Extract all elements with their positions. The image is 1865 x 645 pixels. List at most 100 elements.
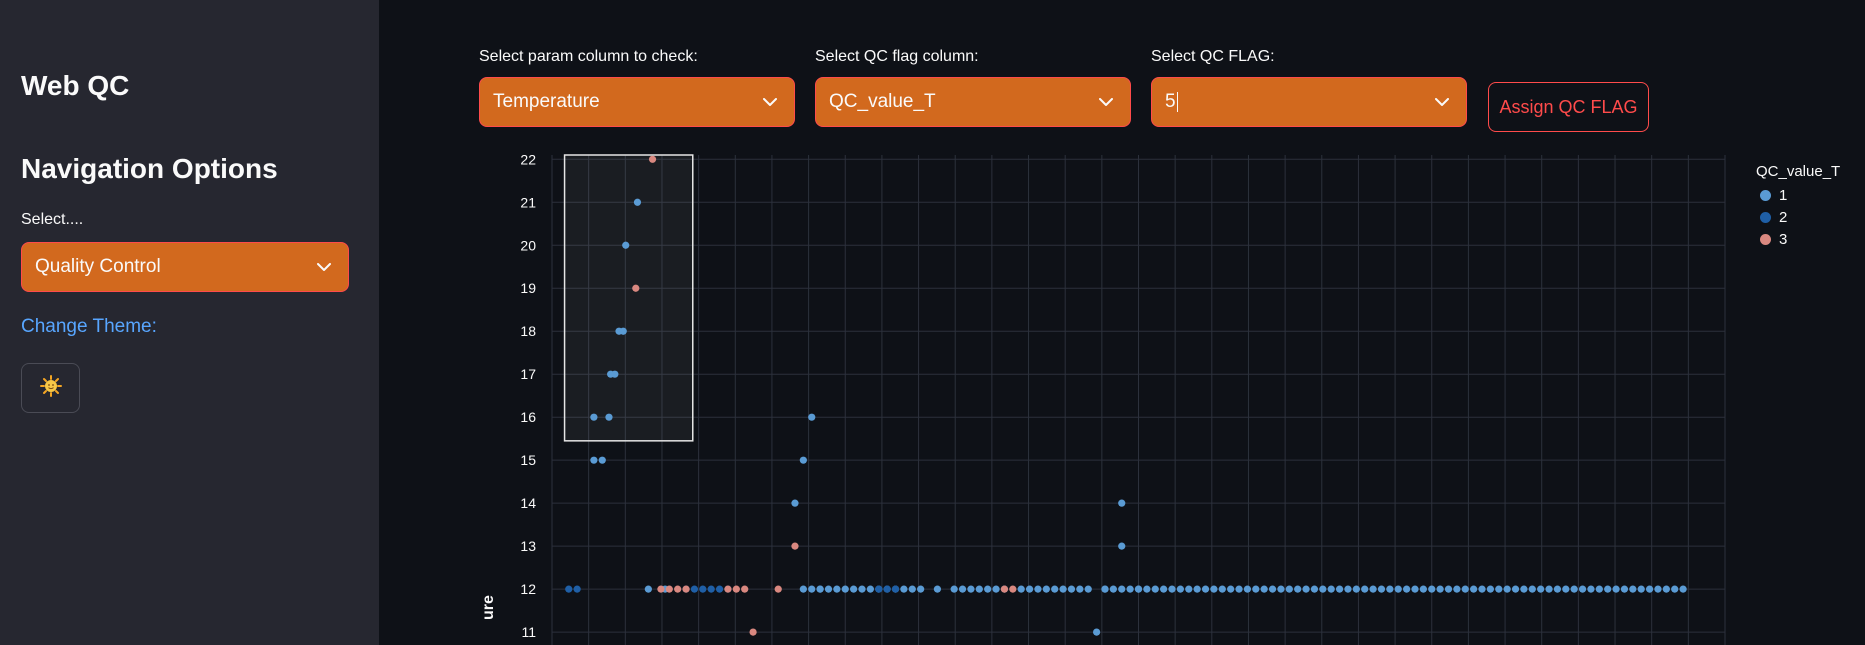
data-point-series-1[interactable] (1084, 585, 1092, 593)
data-point-series-1[interactable] (1444, 585, 1453, 593)
data-point-series-1[interactable] (1453, 585, 1461, 593)
data-point-series-1[interactable] (1252, 585, 1260, 593)
data-point-series-3[interactable] (791, 542, 799, 550)
data-point-series-2[interactable] (573, 585, 581, 593)
data-point-series-2[interactable] (690, 585, 699, 593)
data-point-series-1[interactable] (1294, 585, 1302, 593)
data-point-series-1[interactable] (1067, 585, 1076, 593)
data-point-series-1[interactable] (1461, 585, 1469, 593)
data-point-series-1[interactable] (607, 370, 615, 378)
data-point-series-3[interactable] (682, 585, 690, 593)
data-point-series-1[interactable] (1134, 585, 1143, 593)
selection-box[interactable] (563, 154, 694, 442)
data-point-series-1[interactable] (850, 585, 858, 593)
data-point-series-1[interactable] (1335, 585, 1344, 593)
data-point-series-1[interactable] (1268, 585, 1277, 593)
data-point-series-1[interactable] (1428, 585, 1436, 593)
data-point-series-1[interactable] (1118, 585, 1126, 593)
data-point-series-1[interactable] (1185, 585, 1193, 593)
data-point-series-1[interactable] (808, 585, 816, 593)
data-point-series-1[interactable] (1310, 585, 1319, 593)
legend-item-3[interactable]: 3 (1760, 231, 1787, 248)
data-point-series-1[interactable] (908, 585, 916, 593)
data-point-series-1[interactable] (1403, 585, 1411, 593)
data-point-series-1[interactable] (1386, 585, 1394, 593)
data-point-series-1[interactable] (598, 456, 606, 464)
data-point-series-1[interactable] (1620, 585, 1629, 593)
data-point-series-3[interactable] (648, 155, 657, 163)
data-point-series-1[interactable] (1126, 585, 1134, 593)
data-point-series-1[interactable] (1051, 585, 1059, 593)
data-point-series-1[interactable] (590, 413, 598, 421)
data-point-series-1[interactable] (824, 585, 833, 593)
data-point-series-1[interactable] (1495, 585, 1503, 593)
data-point-series-3[interactable] (665, 585, 673, 593)
data-point-series-1[interactable] (799, 585, 807, 593)
data-point-series-1[interactable] (1369, 585, 1377, 593)
data-point-series-1[interactable] (1218, 585, 1226, 593)
data-point-series-1[interactable] (1595, 585, 1603, 593)
data-point-series-1[interactable] (1302, 585, 1310, 593)
data-point-series-1[interactable] (1025, 585, 1034, 593)
data-point-series-1[interactable] (841, 585, 849, 593)
data-point-series-1[interactable] (619, 327, 627, 335)
data-point-series-1[interactable] (1520, 585, 1528, 593)
data-point-series-1[interactable] (1419, 585, 1427, 593)
data-point-series-1[interactable] (1570, 585, 1578, 593)
data-point-series-1[interactable] (933, 585, 942, 593)
data-point-series-1[interactable] (1093, 628, 1101, 636)
data-point-series-3[interactable] (674, 585, 682, 593)
data-point-series-1[interactable] (1394, 585, 1402, 593)
data-point-series-1[interactable] (1562, 585, 1570, 593)
data-point-series-1[interactable] (799, 456, 807, 464)
data-point-series-2[interactable] (565, 585, 573, 593)
data-point-series-1[interactable] (1486, 585, 1494, 593)
data-point-series-1[interactable] (1277, 585, 1285, 593)
data-point-series-1[interactable] (633, 198, 642, 206)
data-point-series-1[interactable] (833, 585, 841, 593)
qc-flag-select[interactable]: 5 (1151, 77, 1467, 127)
data-point-series-1[interactable] (1118, 499, 1126, 507)
qc-flag-column-select[interactable]: QC_value_T (815, 77, 1131, 127)
data-point-series-3[interactable] (741, 585, 749, 593)
data-point-series-2[interactable] (699, 585, 707, 593)
legend-item-2[interactable]: 2 (1760, 209, 1787, 226)
data-point-series-1[interactable] (1528, 585, 1536, 593)
data-point-series-1[interactable] (1503, 585, 1511, 593)
data-point-series-2[interactable] (883, 585, 891, 593)
data-point-series-1[interactable] (1352, 585, 1360, 593)
data-point-series-1[interactable] (1637, 585, 1645, 593)
data-point-series-1[interactable] (1210, 585, 1218, 593)
data-point-series-1[interactable] (1361, 585, 1369, 593)
data-point-series-1[interactable] (1176, 585, 1184, 593)
data-point-series-1[interactable] (1327, 585, 1335, 593)
legend-item-1[interactable]: 1 (1760, 187, 1787, 204)
data-point-series-3[interactable] (774, 585, 782, 593)
data-point-series-1[interactable] (1243, 585, 1252, 593)
data-point-series-1[interactable] (1377, 585, 1386, 593)
data-point-series-1[interactable] (858, 585, 866, 593)
data-point-series-1[interactable] (605, 413, 613, 421)
data-point-series-1[interactable] (1553, 585, 1562, 593)
data-point-series-1[interactable] (1118, 542, 1126, 550)
data-point-series-1[interactable] (1319, 585, 1327, 593)
data-point-series-1[interactable] (644, 585, 652, 593)
data-point-series-1[interactable] (1101, 585, 1109, 593)
data-point-series-3[interactable] (1009, 585, 1017, 593)
data-point-series-1[interactable] (1285, 585, 1293, 593)
data-point-series-3[interactable] (724, 585, 732, 593)
data-point-series-1[interactable] (1017, 585, 1025, 593)
data-point-series-1[interactable] (622, 241, 630, 249)
data-point-series-1[interactable] (1436, 585, 1444, 593)
data-point-series-1[interactable] (1645, 585, 1654, 593)
data-point-series-2[interactable] (715, 585, 724, 593)
data-point-series-1[interactable] (1201, 585, 1210, 593)
data-point-series-1[interactable] (1227, 585, 1235, 593)
data-point-series-1[interactable] (1511, 585, 1520, 593)
data-point-series-1[interactable] (1042, 585, 1050, 593)
data-point-series-1[interactable] (992, 585, 1000, 593)
data-point-series-1[interactable] (1193, 585, 1201, 593)
data-point-series-1[interactable] (1587, 585, 1595, 593)
data-point-series-1[interactable] (900, 585, 908, 593)
theme-toggle-button[interactable] (21, 363, 80, 413)
